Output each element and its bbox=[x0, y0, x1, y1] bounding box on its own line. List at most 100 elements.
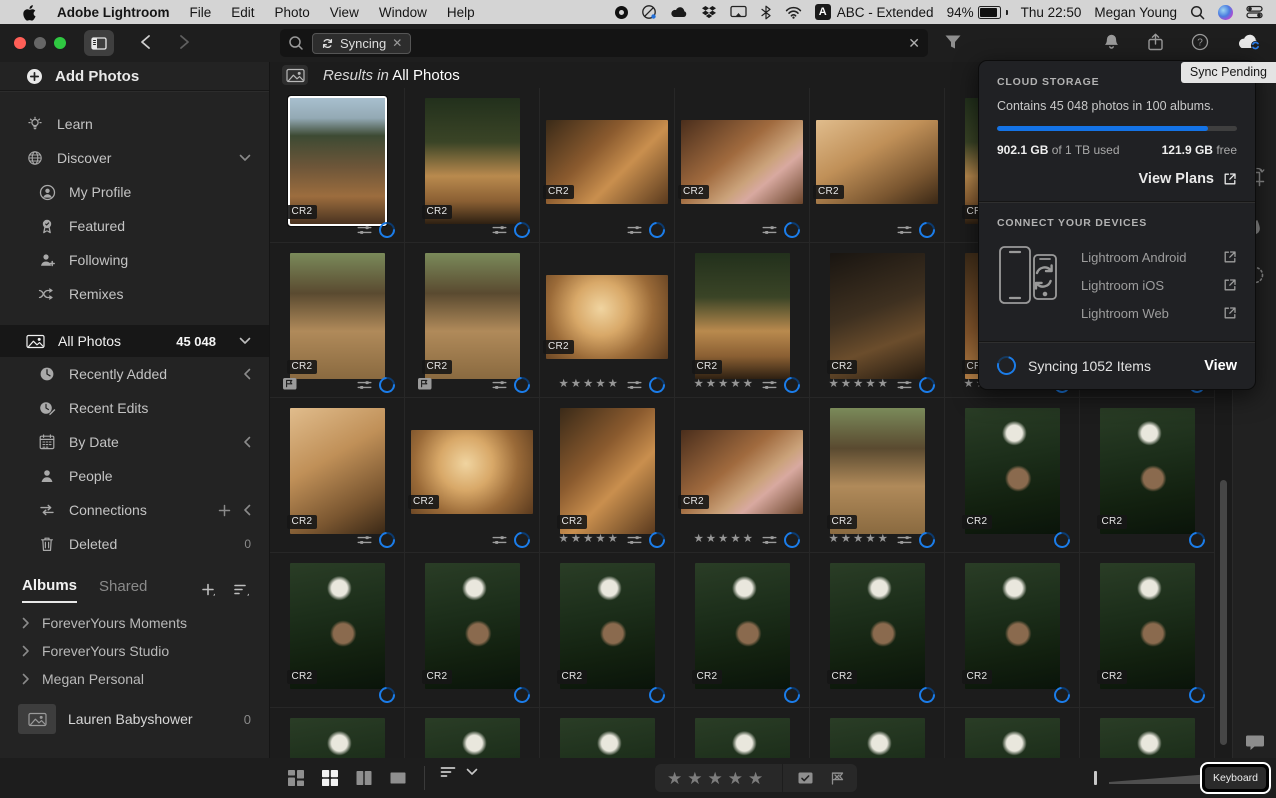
photo-thumbnail[interactable] bbox=[289, 718, 385, 758]
photo-thumbnail[interactable]: CR2 bbox=[826, 253, 925, 379]
photo-cell[interactable]: CR2 bbox=[1080, 398, 1215, 553]
star-rating-control[interactable]: ★★★★★ bbox=[667, 770, 768, 787]
photo-thumbnail[interactable]: CR2 bbox=[691, 253, 790, 379]
camera-off-icon[interactable] bbox=[638, 4, 660, 20]
view-grid-button[interactable] bbox=[318, 766, 342, 790]
photo-thumbnail[interactable]: CR2 bbox=[961, 563, 1060, 689]
photo-cell[interactable]: CR2 bbox=[270, 553, 405, 708]
screen-record-icon[interactable] bbox=[612, 5, 631, 19]
photo-thumbnail[interactable]: CR2 bbox=[691, 563, 790, 689]
clock-menu[interactable]: Thu 22:50 bbox=[1018, 5, 1085, 20]
photo-thumbnail[interactable]: CR2 bbox=[961, 408, 1060, 534]
chevron-left-icon[interactable] bbox=[243, 436, 251, 448]
photo-thumbnail[interactable]: CR2 bbox=[421, 98, 520, 224]
menu-window[interactable]: Window bbox=[369, 5, 437, 20]
tab-shared[interactable]: Shared bbox=[99, 578, 147, 602]
chevron-left-icon[interactable] bbox=[243, 504, 251, 516]
sort-albums-button[interactable] bbox=[233, 583, 251, 597]
photo-cell[interactable]: CR2 bbox=[540, 88, 675, 243]
photo-thumbnail[interactable]: CR2 bbox=[543, 120, 668, 204]
view-detail-button[interactable] bbox=[386, 766, 410, 790]
thumbnail-size-slider[interactable] bbox=[1094, 771, 1209, 785]
photo-thumbnail[interactable] bbox=[829, 718, 925, 758]
photo-cell[interactable]: CR2 bbox=[810, 88, 945, 243]
share-button[interactable] bbox=[1147, 33, 1164, 51]
photo-thumbnail[interactable]: CR2 bbox=[421, 563, 520, 689]
photo-cell[interactable]: CR2 bbox=[540, 553, 675, 708]
sidebar-item-learn[interactable]: Learn bbox=[0, 107, 269, 141]
bluetooth-icon[interactable] bbox=[757, 5, 775, 20]
sidebar-item-recent-edits[interactable]: Recent Edits bbox=[0, 391, 269, 425]
photo-thumbnail[interactable]: CR2 bbox=[1096, 408, 1195, 534]
remove-tag-icon[interactable]: ✕ bbox=[392, 36, 402, 50]
photo-cell[interactable] bbox=[945, 708, 1080, 758]
folder-megan-personal[interactable]: Megan Personal bbox=[0, 665, 269, 693]
photo-cell[interactable]: CR2 bbox=[270, 398, 405, 553]
photo-cell[interactable]: CR2 bbox=[405, 553, 540, 708]
photo-cell[interactable]: CR2 ★★★★★ bbox=[540, 398, 675, 553]
slider-handle[interactable] bbox=[1094, 771, 1097, 785]
photo-cell[interactable] bbox=[810, 708, 945, 758]
sidebar-item-featured[interactable]: Featured bbox=[0, 209, 269, 243]
siri-menu[interactable] bbox=[1215, 4, 1236, 20]
menu-help[interactable]: Help bbox=[437, 5, 485, 20]
view-compare-button[interactable] bbox=[352, 766, 376, 790]
photo-thumbnail[interactable]: CR2 bbox=[813, 120, 938, 204]
cloud-status-icon[interactable] bbox=[667, 5, 691, 19]
sidebar-item-by-date[interactable]: By Date bbox=[0, 425, 269, 459]
photo-thumbnail[interactable] bbox=[1099, 718, 1195, 758]
photo-thumbnail[interactable]: CR2 bbox=[286, 253, 385, 379]
photo-thumbnail[interactable]: CR2 bbox=[543, 275, 668, 359]
back-button[interactable] bbox=[136, 34, 156, 50]
create-album-button[interactable] bbox=[201, 583, 217, 597]
folder-foreveryours-studio[interactable]: ForeverYours Studio bbox=[0, 637, 269, 665]
photo-cell[interactable]: CR2 bbox=[675, 553, 810, 708]
display-mirroring-icon[interactable] bbox=[727, 5, 750, 19]
dropbox-icon[interactable] bbox=[698, 5, 720, 20]
sidebar-item-following[interactable]: Following bbox=[0, 243, 269, 277]
photo-cell[interactable]: CR2 ★★★★★ bbox=[675, 398, 810, 553]
view-plans-link[interactable]: View Plans bbox=[997, 171, 1237, 187]
photo-cell[interactable]: CR2 bbox=[270, 88, 405, 243]
toggle-sidebar-button[interactable] bbox=[84, 30, 114, 56]
minimize-window-button[interactable] bbox=[34, 37, 46, 49]
menu-photo[interactable]: Photo bbox=[265, 5, 320, 20]
chevron-down-icon[interactable] bbox=[239, 337, 251, 345]
spotlight-icon[interactable] bbox=[1187, 5, 1208, 20]
sort-control[interactable] bbox=[440, 766, 478, 778]
device-link-lightroom-ios[interactable]: Lightroom iOS bbox=[1081, 271, 1237, 299]
photo-cell[interactable]: CR2 ★★★★★ bbox=[540, 243, 675, 398]
sidebar-item-remixes[interactable]: Remixes bbox=[0, 277, 269, 311]
view-sync-button[interactable]: View bbox=[1204, 358, 1237, 374]
photo-cell[interactable]: CR2 bbox=[1080, 553, 1215, 708]
photo-thumbnail[interactable]: CR2 bbox=[678, 120, 803, 204]
device-link-lightroom-android[interactable]: Lightroom Android bbox=[1081, 243, 1237, 271]
apple-menu-icon[interactable] bbox=[12, 4, 47, 21]
notifications-button[interactable] bbox=[1103, 33, 1120, 50]
photo-cell[interactable] bbox=[405, 708, 540, 758]
photo-thumbnail[interactable] bbox=[559, 718, 655, 758]
control-center-icon[interactable] bbox=[1243, 5, 1266, 19]
photo-thumbnail[interactable]: CR2 bbox=[408, 430, 533, 514]
photo-cell[interactable]: CR2 bbox=[405, 88, 540, 243]
photo-cell[interactable]: CR2 bbox=[270, 243, 405, 398]
photo-thumbnail[interactable]: CR2 bbox=[556, 563, 655, 689]
source-icon-button[interactable] bbox=[282, 65, 308, 85]
sidebar-item-discover[interactable]: Discover bbox=[0, 141, 269, 175]
photo-cell[interactable] bbox=[675, 708, 810, 758]
photo-cell[interactable]: CR2 ★★★★★ bbox=[810, 243, 945, 398]
comments-icon[interactable] bbox=[1245, 734, 1264, 751]
tab-albums[interactable]: Albums bbox=[22, 577, 78, 603]
sidebar-item-all-photos[interactable]: All Photos 45 048 bbox=[0, 325, 269, 357]
device-link-lightroom-web[interactable]: Lightroom Web bbox=[1081, 299, 1237, 327]
photo-thumbnail[interactable]: CR2 bbox=[556, 408, 655, 534]
input-source-menu[interactable]: A ABC - Extended bbox=[812, 4, 937, 20]
photo-thumbnail[interactable]: CR2 bbox=[421, 253, 520, 379]
photo-cell[interactable]: CR2 bbox=[810, 553, 945, 708]
chevron-left-icon[interactable] bbox=[243, 368, 251, 380]
photo-thumbnail[interactable]: CR2 bbox=[826, 563, 925, 689]
zoom-window-button[interactable] bbox=[54, 37, 66, 49]
photo-cell[interactable]: CR2 bbox=[945, 398, 1080, 553]
photo-thumbnail[interactable]: CR2 bbox=[678, 430, 803, 514]
photo-thumbnail[interactable] bbox=[694, 718, 790, 758]
